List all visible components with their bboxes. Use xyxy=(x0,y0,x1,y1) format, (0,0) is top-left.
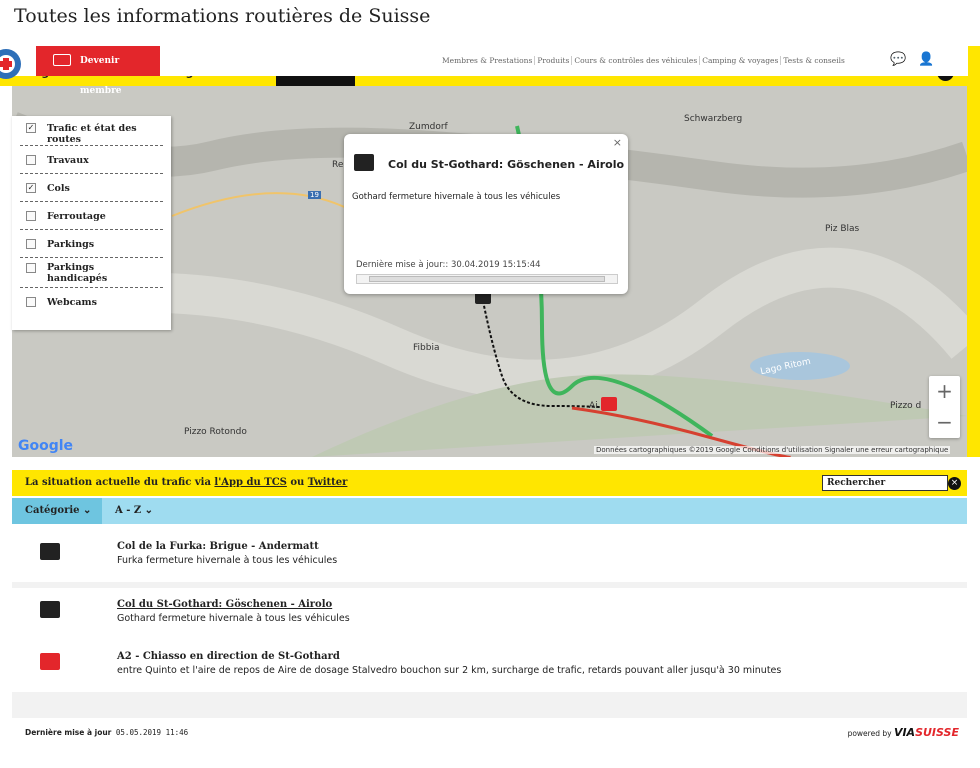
nav-link-produits[interactable]: Produits xyxy=(535,56,573,65)
powered-by: powered by VIASUISSE xyxy=(847,726,959,739)
place-label: Zumdorf xyxy=(409,122,448,132)
checkbox[interactable] xyxy=(26,155,36,165)
tcs-nav: Devenir membre Membres & Prestations Prod… xyxy=(0,46,968,96)
road-marker: 19 xyxy=(308,191,321,199)
category-item[interactable]: Travaux xyxy=(20,146,163,174)
place-label: Schwarzberg xyxy=(684,114,743,124)
zoom-control: + − xyxy=(929,376,960,438)
category-item[interactable]: ✓ Cols xyxy=(20,174,163,202)
place-label: Piz Blas xyxy=(825,224,860,234)
chat-icon[interactable]: 💬 xyxy=(890,52,906,67)
sort-bar: Catégorie ⌄ A - Z ⌄ xyxy=(12,498,967,524)
category-item[interactable]: Parkings handicapés xyxy=(20,258,163,288)
category-item[interactable]: Webcams xyxy=(20,288,163,316)
popup-description: Gothard fermeture hivernale à tous les v… xyxy=(352,192,561,202)
checkbox[interactable] xyxy=(26,263,36,273)
situation-bar: La situation actuelle du trafic via l'Ap… xyxy=(12,470,967,496)
sort-category-tab[interactable]: Catégorie ⌄ xyxy=(12,498,102,524)
footer: Dernière mise à jour 05.05.2019 11:46 po… xyxy=(12,718,967,746)
top-nav-links: Membres & Prestations Produits Cours & con… xyxy=(440,56,847,65)
place-label: Ai xyxy=(589,401,598,411)
category-item[interactable]: Ferroutage xyxy=(20,202,163,230)
nav-icons: 💬 👤 xyxy=(890,52,935,67)
tcs-logo-icon[interactable] xyxy=(0,46,24,82)
viasuisse-logo[interactable]: VIASUISSE xyxy=(894,726,959,739)
list-item[interactable]: A2 - Chiasso en direction de St-Gothard … xyxy=(12,640,967,692)
popup-updated: Dernière mise à jour:: 30.04.2019 15:15:… xyxy=(356,260,541,270)
checkbox[interactable] xyxy=(26,297,36,307)
search-input[interactable]: Rechercher xyxy=(822,475,948,491)
checkbox[interactable]: ✓ xyxy=(26,183,36,193)
become-member-button[interactable]: Devenir membre xyxy=(36,46,160,96)
page-title: Toutes les informations routières de Sui… xyxy=(14,5,431,27)
place-label: Pizzo Rotondo xyxy=(184,427,247,437)
list-item[interactable]: Col de la Furka: Brigue - Andermatt Furk… xyxy=(12,530,967,582)
traffic-jam-icon xyxy=(40,653,60,670)
map-info-popup: × Col du St-Gothard: Göschenen - Airolo … xyxy=(344,134,628,294)
twitter-link[interactable]: Twitter xyxy=(308,477,348,488)
membership-card-icon xyxy=(53,54,71,66)
sort-az-tab[interactable]: A - Z ⌄ xyxy=(115,498,153,524)
category-item[interactable]: ✓ Trafic et état des routes xyxy=(20,116,163,146)
traffic-widget: Catégories ⌄ Affichage: liste carte list… xyxy=(0,46,980,768)
checkbox[interactable] xyxy=(26,239,36,249)
list-item[interactable]: Col du St-Gothard: Göschenen - Airolo Go… xyxy=(12,588,967,640)
place-label: Re xyxy=(332,160,344,170)
app-link[interactable]: l'App du TCS xyxy=(214,477,286,488)
nav-link-cours[interactable]: Cours & contrôles des véhicules xyxy=(572,56,701,65)
map-attribution: Données cartographiques ©2019 Google Con… xyxy=(594,446,951,454)
nav-link-membres[interactable]: Membres & Prestations xyxy=(440,56,536,65)
mountain-icon xyxy=(354,154,374,171)
categories-panel: ✓ Trafic et état des routes Travaux ✓ Cols… xyxy=(12,116,171,330)
traffic-jam-marker[interactable] xyxy=(601,397,617,411)
zoom-out-button[interactable]: − xyxy=(929,407,960,438)
popup-title: Col du St-Gothard: Göschenen - Airolo xyxy=(388,158,625,171)
popup-scrollbar[interactable] xyxy=(356,274,618,284)
checkbox[interactable] xyxy=(26,211,36,221)
place-label: Pizzo d xyxy=(890,401,922,411)
user-icon[interactable]: 👤 xyxy=(918,52,934,67)
mountain-icon xyxy=(40,543,60,560)
mountain-icon xyxy=(40,601,60,618)
side-panel-strip xyxy=(967,86,980,457)
nav-link-tests[interactable]: Tests & conseils xyxy=(781,56,847,65)
place-label: Fibbia xyxy=(413,343,440,353)
close-icon[interactable]: × xyxy=(613,136,622,149)
checkbox[interactable]: ✓ xyxy=(26,123,36,133)
scrollbar-thumb[interactable] xyxy=(369,276,605,282)
google-logo: Google xyxy=(18,438,74,454)
zoom-in-button[interactable]: + xyxy=(929,376,960,407)
situation-text: La situation actuelle du trafic via l'Ap… xyxy=(25,477,348,488)
last-update: Dernière mise à jour 05.05.2019 11:46 xyxy=(25,728,189,737)
category-item[interactable]: Parkings xyxy=(20,230,163,258)
clear-search-icon[interactable]: × xyxy=(948,477,961,490)
event-list: Col de la Furka: Brigue - Andermatt Furk… xyxy=(12,530,967,746)
nav-link-camping[interactable]: Camping & voyages xyxy=(700,56,782,65)
